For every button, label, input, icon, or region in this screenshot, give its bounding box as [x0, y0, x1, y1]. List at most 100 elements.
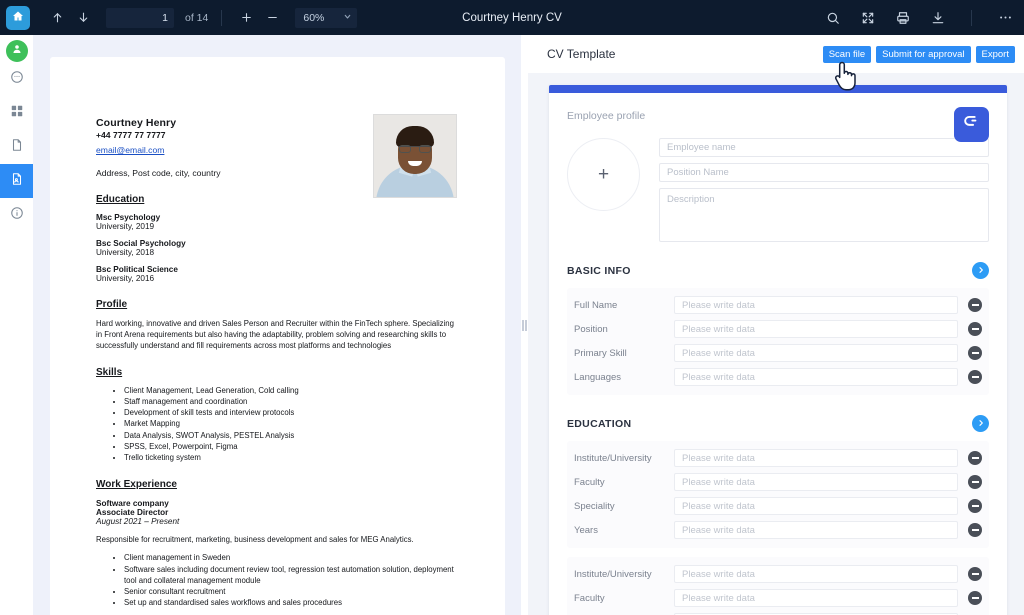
remove-field-button[interactable]	[968, 322, 982, 336]
submit-for-approval-button[interactable]: Submit for approval	[876, 45, 971, 63]
cv-skills-heading: Skills	[96, 367, 123, 379]
cv-profile-text: Hard working, innovative and driven Sale…	[96, 319, 454, 350]
job-company: Software company	[96, 498, 169, 508]
remove-field-button[interactable]	[968, 370, 982, 384]
panel-resize-handle[interactable]	[521, 35, 528, 615]
field-row: Institute/University	[574, 449, 982, 467]
brand-d-icon	[962, 113, 981, 137]
document-viewer[interactable]: Courtney Henry +44 7777 77 7777 email@em…	[33, 35, 521, 615]
sidebar-item-documents[interactable]	[0, 130, 33, 164]
field-row: Position	[574, 320, 982, 338]
institute-university-input[interactable]	[674, 449, 958, 467]
search-button[interactable]	[822, 7, 844, 29]
description-textarea[interactable]	[659, 188, 989, 242]
zoom-in-button[interactable]	[235, 7, 257, 29]
fullscreen-icon	[861, 11, 875, 25]
cv-template-panel: CV Template Scan file Submit for approva…	[528, 35, 1024, 615]
zoom-out-button[interactable]	[261, 7, 283, 29]
arrow-down-icon	[77, 11, 90, 24]
field-label: Primary Skill	[574, 347, 627, 359]
page-number-input[interactable]	[106, 7, 174, 28]
field-label: Position	[574, 323, 608, 335]
full-name-input[interactable]	[674, 296, 958, 314]
chevron-right-icon	[977, 419, 985, 429]
field-label: Full Name	[574, 299, 618, 311]
previous-page-button[interactable]	[46, 7, 68, 29]
add-photo-button[interactable]: +	[567, 138, 640, 211]
education-degree: Bsc Social Psychology	[96, 239, 186, 248]
cv-job-bullets: Client management in Sweden Software sal…	[96, 552, 456, 607]
home-button[interactable]	[6, 5, 30, 30]
job-role: Associate Director	[96, 507, 169, 517]
sidebar-item-chat[interactable]	[0, 62, 33, 96]
field-label: Institute/University	[574, 568, 652, 580]
minus-icon	[971, 573, 979, 575]
remove-field-button[interactable]	[968, 499, 982, 513]
field-row: Years	[574, 521, 982, 539]
faculty-input[interactable]	[674, 589, 958, 607]
employee-profile-label: Employee profile	[567, 110, 646, 122]
avatar[interactable]	[5, 40, 28, 62]
position-name-input[interactable]	[659, 163, 989, 182]
cv-education-item: Bsc Political Science University, 2016	[96, 265, 456, 283]
primary-skill-input[interactable]	[674, 344, 958, 362]
left-sidebar	[0, 35, 33, 615]
top-toolbar: of 14 60% Courtney Henry CV	[0, 0, 1024, 35]
zoom-level-value: 60%	[303, 11, 325, 24]
print-icon	[896, 11, 910, 25]
list-item: Software sales including document review…	[124, 564, 456, 586]
export-button[interactable]: Export	[975, 45, 1015, 63]
list-item: Client management in Sweden	[124, 552, 456, 563]
sidebar-item-apps[interactable]	[0, 96, 33, 130]
cv-profile-heading: Profile	[96, 299, 128, 310]
remove-field-button[interactable]	[968, 298, 982, 312]
minus-icon	[971, 376, 979, 378]
remove-field-button[interactable]	[968, 523, 982, 537]
job-dates: August 2021 – Present	[96, 516, 180, 526]
basic-info-expand-button[interactable]	[972, 262, 989, 279]
institute-university-input[interactable]	[674, 565, 958, 583]
field-row: Faculty	[574, 589, 982, 607]
cv-template-card: Employee profile + BASIC INFO	[549, 85, 1007, 615]
cv-education-item: Bsc Social Psychology University, 2018	[96, 239, 456, 257]
remove-field-button[interactable]	[968, 346, 982, 360]
field-label: Faculty	[574, 476, 605, 488]
sidebar-item-info[interactable]	[0, 198, 33, 232]
cv-work-heading: Work Experience	[96, 478, 177, 490]
print-button[interactable]	[892, 7, 914, 29]
faculty-input[interactable]	[674, 473, 958, 491]
card-accent-bar	[549, 85, 1007, 93]
sidebar-item-cv-forms[interactable]	[0, 164, 33, 198]
education-field-group-1: Institute/University Faculty Speciality	[567, 441, 989, 548]
education-university: University, 2016	[96, 274, 155, 283]
years-input[interactable]	[674, 521, 958, 539]
next-page-button[interactable]	[72, 7, 94, 29]
employee-name-input[interactable]	[659, 138, 989, 157]
more-options-button[interactable]	[994, 7, 1016, 29]
remove-field-button[interactable]	[968, 475, 982, 489]
education-university: University, 2018	[96, 248, 155, 257]
cv-email-link[interactable]: email@email.com	[96, 145, 164, 155]
zoom-level-select[interactable]: 60%	[295, 7, 358, 28]
toolbar-divider-2	[971, 9, 972, 26]
download-button[interactable]	[927, 7, 949, 29]
panel-header: CV Template Scan file Submit for approva…	[528, 35, 1024, 73]
remove-field-button[interactable]	[968, 451, 982, 465]
list-item: Set up and standardised sales workflows …	[124, 597, 456, 608]
field-label: Languages	[574, 371, 622, 383]
card-body: Employee profile + BASIC INFO	[549, 110, 1007, 615]
remove-field-button[interactable]	[968, 591, 982, 605]
languages-input[interactable]	[674, 368, 958, 386]
scan-file-button[interactable]: Scan file	[822, 45, 872, 63]
position-input[interactable]	[674, 320, 958, 338]
fullscreen-button[interactable]	[857, 7, 879, 29]
field-label: Institute/University	[574, 452, 652, 464]
education-expand-button[interactable]	[972, 415, 989, 432]
remove-field-button[interactable]	[968, 567, 982, 581]
grip-icon	[522, 319, 527, 331]
plus-icon	[240, 11, 253, 24]
minus-icon	[971, 597, 979, 599]
job-summary: Responsible for recruitment, marketing, …	[96, 534, 414, 544]
speciality-input[interactable]	[674, 497, 958, 515]
field-row: Languages	[574, 368, 982, 386]
